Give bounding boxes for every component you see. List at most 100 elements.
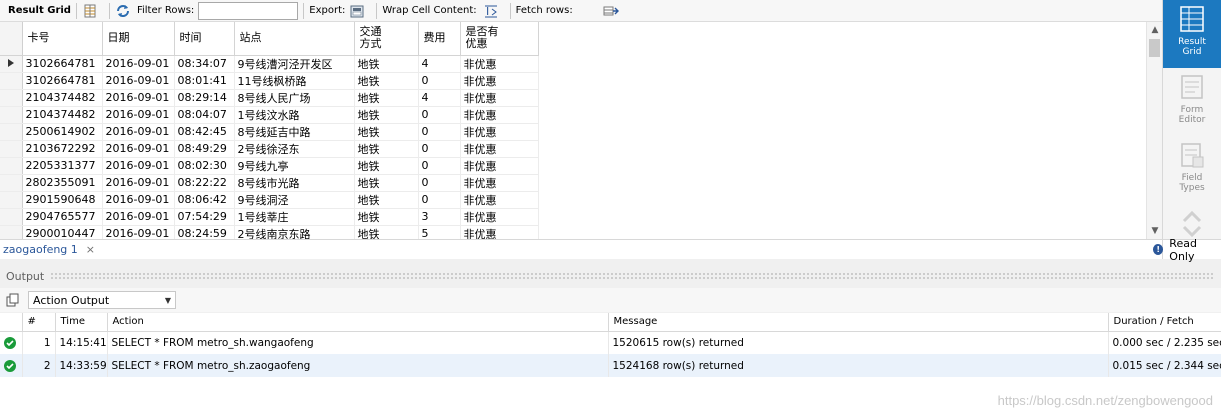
result-grid[interactable]: 卡号 日期 时间 站点 交通 方式 费用 是否有 优惠 3102664781 2… <box>0 22 1146 239</box>
cell[interactable]: 非优惠 <box>460 106 539 124</box>
cell[interactable]: 0 <box>418 174 461 192</box>
table-row[interactable]: 2103672292 2016-09-01 08:49:29 2号线徐泾东 地铁… <box>0 140 539 158</box>
cell[interactable]: 08:04:07 <box>174 106 235 124</box>
cell[interactable]: 非优惠 <box>460 140 539 158</box>
output-type-select[interactable]: Action Output ▼ <box>28 291 176 309</box>
cell[interactable]: 4 <box>418 89 461 107</box>
cell[interactable]: 08:34:07 <box>174 55 235 73</box>
cell[interactable]: 2016-09-01 <box>102 174 175 192</box>
cell[interactable]: 2901590648 <box>22 191 103 209</box>
row-header[interactable] <box>0 140 23 158</box>
column-header[interactable]: Action <box>107 313 609 332</box>
cell[interactable]: 2904765577 <box>22 208 103 226</box>
cell[interactable]: 08:42:45 <box>174 123 235 141</box>
table-row[interactable]: 2205331377 2016-09-01 08:02:30 9号线九亭 地铁 … <box>0 157 539 175</box>
column-header[interactable]: 卡号 <box>22 22 103 56</box>
output-row[interactable]: 2 14:33:59 SELECT * FROM metro_sh.zaogao… <box>0 354 1221 377</box>
row-header[interactable] <box>0 106 23 124</box>
cell[interactable]: 地铁 <box>354 157 419 175</box>
cell[interactable]: 0 <box>418 191 461 209</box>
cell[interactable]: 1号线汶水路 <box>234 106 355 124</box>
filter-rows-input[interactable] <box>198 1 299 20</box>
cell[interactable]: 3102664781 <box>22 72 103 90</box>
cell[interactable]: 2号线南京东路 <box>234 225 355 239</box>
cell[interactable]: 2016-09-01 <box>102 225 175 239</box>
table-row[interactable]: 2904765577 2016-09-01 07:54:29 1号线莘庄 地铁 … <box>0 208 539 226</box>
cell[interactable]: 0 <box>418 140 461 158</box>
cell[interactable]: 8号线人民广场 <box>234 89 355 107</box>
splitter-grip[interactable] <box>50 272 1215 280</box>
cell[interactable]: 9号线九亭 <box>234 157 355 175</box>
cell[interactable]: 08:22:22 <box>174 174 235 192</box>
cell[interactable]: 非优惠 <box>460 174 539 192</box>
cell[interactable]: 2016-09-01 <box>102 55 175 73</box>
cell[interactable]: 地铁 <box>354 140 419 158</box>
cell[interactable]: 0 <box>418 72 461 90</box>
column-header[interactable]: 交通 方式 <box>354 22 419 56</box>
scrollbar-thumb[interactable] <box>1149 39 1160 57</box>
cell[interactable]: 非优惠 <box>460 191 539 209</box>
column-header[interactable]: Message <box>608 313 1109 332</box>
column-header[interactable]: 是否有 优惠 <box>460 22 539 56</box>
cell[interactable]: 5 <box>418 225 461 239</box>
cell[interactable]: 非优惠 <box>460 157 539 175</box>
cell[interactable]: 11号线枫桥路 <box>234 72 355 90</box>
refresh-icon[interactable] <box>115 3 131 19</box>
cell[interactable]: 非优惠 <box>460 225 539 239</box>
column-header[interactable]: 时间 <box>174 22 235 56</box>
table-row[interactable]: 2802355091 2016-09-01 08:22:22 8号线市光路 地铁… <box>0 174 539 192</box>
row-header[interactable] <box>0 89 23 107</box>
cell[interactable]: 地铁 <box>354 123 419 141</box>
cell[interactable]: 非优惠 <box>460 55 539 73</box>
table-row[interactable]: 2901590648 2016-09-01 08:06:42 9号线洞泾 地铁 … <box>0 191 539 209</box>
cell[interactable]: 2016-09-01 <box>102 208 175 226</box>
cell[interactable]: 非优惠 <box>460 208 539 226</box>
cell[interactable]: 8号线延吉中路 <box>234 123 355 141</box>
cell[interactable]: 08:06:42 <box>174 191 235 209</box>
table-row[interactable]: 2104374482 2016-09-01 08:29:14 8号线人民广场 地… <box>0 89 539 107</box>
export-icon[interactable] <box>349 3 365 19</box>
row-header[interactable] <box>0 174 23 192</box>
cell[interactable]: 2104374482 <box>22 89 103 107</box>
grid-toggle-icon[interactable] <box>82 3 98 19</box>
cell[interactable]: 地铁 <box>354 89 419 107</box>
table-row[interactable]: 2500614902 2016-09-01 08:42:45 8号线延吉中路 地… <box>0 123 539 141</box>
column-header[interactable]: 站点 <box>234 22 355 56</box>
cell[interactable]: 3102664781 <box>22 55 103 73</box>
cell[interactable]: 2205331377 <box>22 157 103 175</box>
action-cell[interactable]: SELECT * FROM metro_sh.wangaofeng <box>107 331 609 354</box>
cell[interactable]: 08:29:14 <box>174 89 235 107</box>
result-grid-button[interactable]: Result Grid <box>1163 0 1221 68</box>
cell[interactable]: 地铁 <box>354 55 419 73</box>
cell[interactable]: 9号线漕河泾开发区 <box>234 55 355 73</box>
table-row[interactable]: 2104374482 2016-09-01 08:04:07 1号线汶水路 地铁… <box>0 106 539 124</box>
column-header[interactable]: 日期 <box>102 22 175 56</box>
wrap-cell-icon[interactable]: I <box>483 3 499 19</box>
cell[interactable]: 2103672292 <box>22 140 103 158</box>
cell[interactable]: 0 <box>418 106 461 124</box>
cell[interactable]: 8号线市光路 <box>234 174 355 192</box>
scroll-up-icon[interactable]: ▲ <box>1147 22 1163 38</box>
cell[interactable]: 2016-09-01 <box>102 72 175 90</box>
row-header[interactable] <box>0 157 23 175</box>
table-row[interactable]: 3102664781 2016-09-01 08:34:07 9号线漕河泾开发区… <box>0 55 539 73</box>
cell[interactable]: 3 <box>418 208 461 226</box>
cell[interactable]: 地铁 <box>354 174 419 192</box>
cell[interactable]: 地铁 <box>354 106 419 124</box>
side-scroll-arrows-icon[interactable] <box>1181 208 1203 240</box>
cell[interactable]: 2016-09-01 <box>102 140 175 158</box>
cell[interactable]: 2900010447 <box>22 225 103 239</box>
cell[interactable]: 08:24:59 <box>174 225 235 239</box>
message-cell[interactable]: 1520615 row(s) returned <box>608 331 1109 354</box>
grid-vertical-scrollbar[interactable]: ▲ ▼ <box>1146 22 1162 239</box>
cell[interactable]: 非优惠 <box>460 89 539 107</box>
cell[interactable]: 2802355091 <box>22 174 103 192</box>
column-header[interactable]: Time <box>55 313 108 332</box>
row-header[interactable] <box>0 225 23 239</box>
table-row[interactable]: 3102664781 2016-09-01 08:01:41 11号线枫桥路 地… <box>0 72 539 90</box>
column-header[interactable]: 费用 <box>418 22 461 56</box>
table-row[interactable]: 2900010447 2016-09-01 08:24:59 2号线南京东路 地… <box>0 225 539 239</box>
column-header[interactable]: Duration / Fetch <box>1108 313 1221 332</box>
fetch-rows-icon[interactable] <box>603 3 619 19</box>
cell[interactable]: 2500614902 <box>22 123 103 141</box>
